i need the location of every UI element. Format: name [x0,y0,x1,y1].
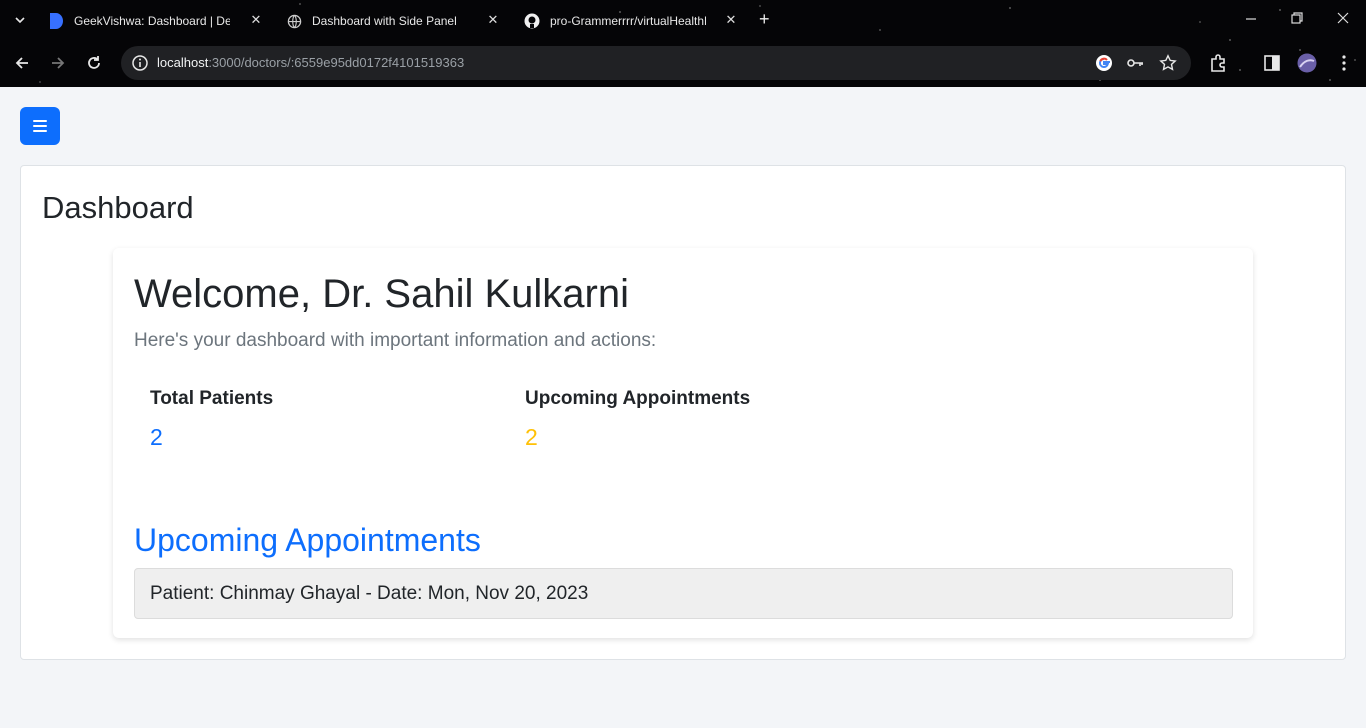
tab-github[interactable]: pro-Grammerrrr/virtualHealthR ✕ [524,8,738,34]
new-tab-icon[interactable]: + [759,10,770,28]
close-tab-icon[interactable]: ✕ [486,13,500,27]
stat-value: 2 [525,424,538,450]
hamburger-icon [33,120,47,132]
forward-icon[interactable] [49,54,67,72]
stat-value: 2 [150,424,163,450]
extensions-icon[interactable] [1208,53,1228,73]
site-info-icon[interactable] [131,54,149,72]
stat-upcoming-appointments: Upcoming Appointments 2 [525,388,750,451]
sidebar-toggle-button[interactable] [20,107,60,145]
minimize-icon[interactable] [1243,10,1259,26]
tab-dashboard-side-panel[interactable]: Dashboard with Side Panel ✕ [286,8,500,34]
url-path: :3000/doctors/:6559e95dd0172f4101519363 [208,55,465,70]
dashboard-subtitle: Here's your dashboard with important inf… [134,330,657,351]
profile-avatar-icon[interactable] [1297,53,1317,73]
close-tab-icon[interactable]: ✕ [724,13,738,27]
close-window-icon[interactable] [1335,10,1351,26]
globe-icon [286,13,302,29]
browser-chrome: GeekVishwa: Dashboard | Devfo ✕ Dashboar… [0,0,1366,87]
side-panel-icon[interactable] [1262,53,1282,73]
tab-search-icon[interactable] [12,12,28,28]
stat-total-patients: Total Patients 2 [150,388,273,451]
restore-icon[interactable] [1289,10,1305,26]
tab-title: Dashboard with Side Panel [312,14,457,28]
stat-label: Upcoming Appointments [525,388,751,409]
page-title: Dashboard [42,190,194,225]
stat-label: Total Patients [150,388,274,409]
appointment-list-item[interactable]: Patient: Chinmay Ghayal - Date: Mon, Nov… [134,568,1233,619]
reload-icon[interactable] [85,54,103,72]
close-tab-icon[interactable]: ✕ [249,13,263,27]
url-host: localhost [157,55,209,70]
kebab-menu-icon[interactable] [1334,53,1354,73]
google-icon[interactable] [1095,54,1113,72]
tab-title: GeekVishwa: Dashboard | Devfo [74,14,230,28]
password-key-icon[interactable] [1126,54,1144,72]
url-text[interactable]: localhost:3000/doctors/:6559e95dd0172f41… [157,55,464,70]
welcome-heading: Welcome, Dr. Sahil Kulkarni [134,272,629,316]
welcome-card: Welcome, Dr. Sahil Kulkarni Here's your … [113,248,1253,638]
github-icon [524,13,540,29]
address-bar[interactable]: localhost:3000/doctors/:6559e95dd0172f41… [121,46,1191,80]
tab-geekvishwa[interactable]: GeekVishwa: Dashboard | Devfo ✕ [48,8,263,34]
appointments-heading: Upcoming Appointments [134,522,481,558]
dashboard-card: Dashboard Welcome, Dr. Sahil Kulkarni He… [20,165,1346,660]
back-icon[interactable] [13,54,31,72]
bookmark-star-icon[interactable] [1159,54,1177,72]
devfolio-icon [48,13,64,29]
tab-title: pro-Grammerrrr/virtualHealthR [550,14,706,28]
